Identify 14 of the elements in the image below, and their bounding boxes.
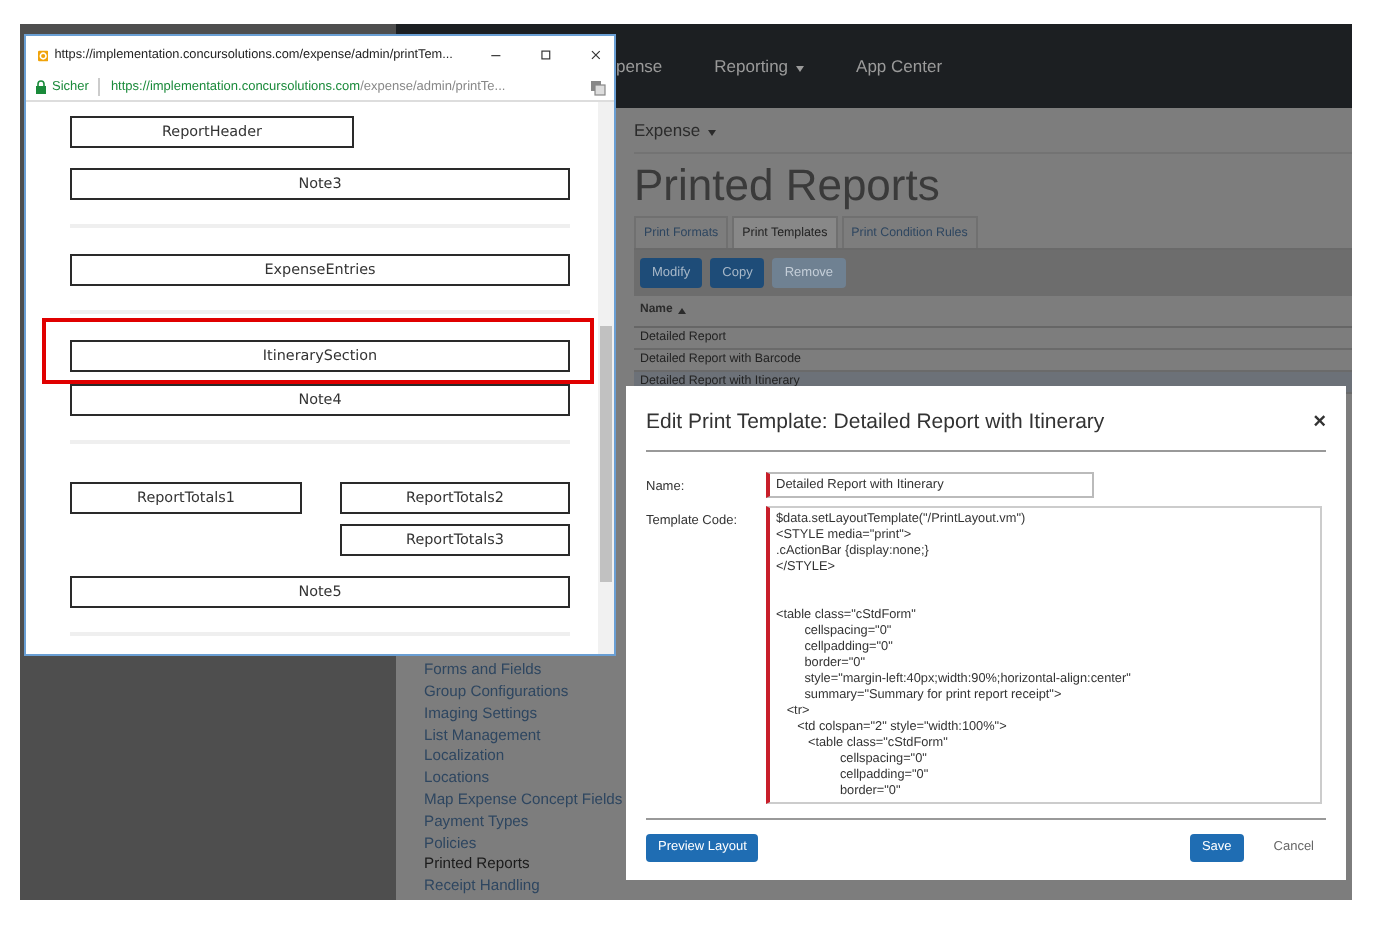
close-button[interactable]: ×	[1313, 412, 1326, 435]
scrollbar[interactable]	[598, 102, 614, 654]
nav-link[interactable]: App Center	[856, 53, 943, 79]
close-icon[interactable]	[590, 46, 602, 64]
page-title: Printed Reports	[634, 160, 942, 210]
dialog-title: Edit Print Template: Detailed Report with Itinerary	[646, 408, 1105, 438]
lock-icon	[36, 80, 46, 94]
nav-link[interactable]: pense	[616, 53, 663, 79]
translate-icon[interactable]	[590, 79, 606, 95]
subnav-menu[interactable]: Expense	[634, 118, 717, 144]
sort-caret-icon	[678, 308, 687, 315]
site-favicon-icon	[38, 47, 49, 63]
nav-link[interactable]: Reporting	[714, 53, 805, 79]
maximize-icon[interactable]	[540, 46, 553, 64]
